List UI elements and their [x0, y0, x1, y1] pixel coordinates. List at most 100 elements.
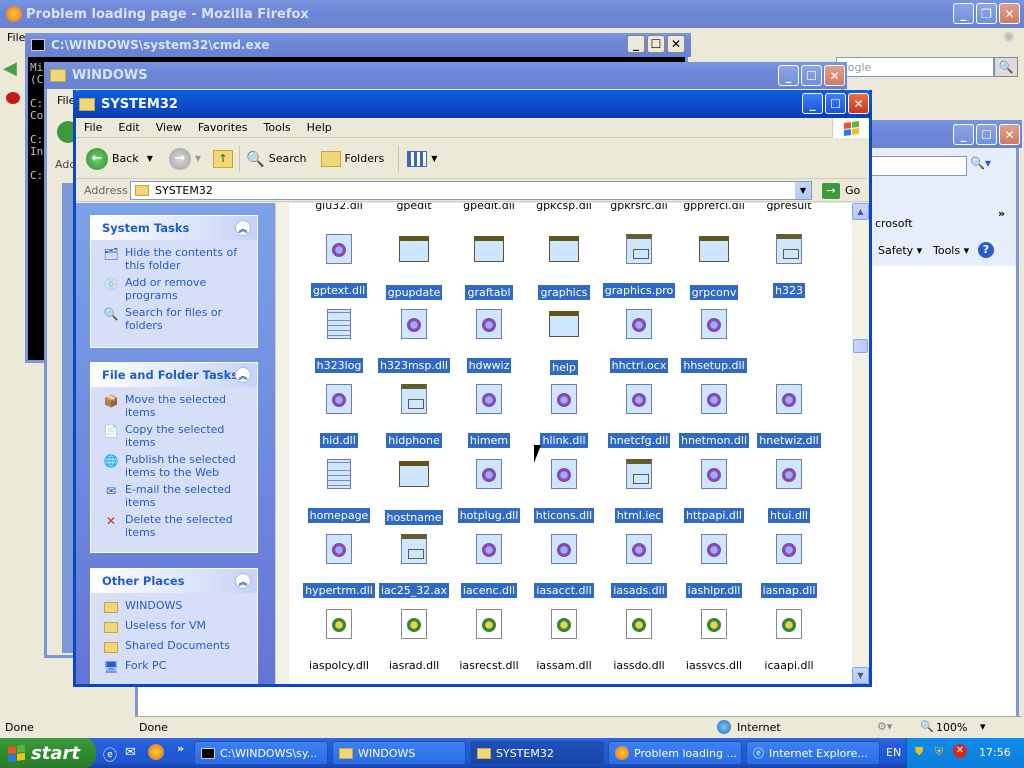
- chevron-down-icon[interactable]: ▼: [147, 154, 153, 163]
- zoom-icon[interactable]: 🔍: [920, 720, 934, 733]
- file-item[interactable]: hlink.dll: [526, 383, 602, 451]
- ie-tab-label[interactable]: crosoft: [875, 217, 913, 230]
- minimize-button[interactable]: _: [953, 3, 974, 24]
- task-move[interactable]: 📦 Move the selected items: [103, 393, 251, 419]
- language-indicator[interactable]: EN: [886, 746, 901, 759]
- file-name-partial[interactable]: gpedit.dll: [451, 203, 527, 212]
- file-item[interactable]: hypertrm.dll: [301, 533, 377, 601]
- close-button[interactable]: ✕: [667, 35, 685, 53]
- up-folder-button[interactable]: ↑: [213, 149, 234, 168]
- file-item[interactable]: graftabl: [451, 233, 527, 303]
- file-item[interactable]: hdwwiz: [451, 308, 527, 376]
- menu-view[interactable]: View: [148, 121, 190, 134]
- file-item[interactable]: help: [526, 308, 602, 378]
- address-dropdown-icon[interactable]: ▼: [795, 182, 811, 199]
- collapse-icon[interactable]: ︽: [235, 367, 251, 383]
- place-windows[interactable]: WINDOWS: [103, 599, 251, 615]
- file-item[interactable]: hhsetup.dll: [676, 308, 752, 376]
- firefox-titlebar[interactable]: Problem loading page - Mozilla Firefox _…: [0, 0, 1024, 28]
- file-item[interactable]: iasnap.dll: [751, 533, 827, 601]
- taskbar-ie[interactable]: ⓔ Internet Explore...: [746, 741, 880, 765]
- file-item[interactable]: htui.dll: [751, 458, 827, 526]
- folders-button[interactable]: Folders: [320, 150, 384, 167]
- task-pane-scrollbar[interactable]: [275, 203, 289, 684]
- file-item[interactable]: iaspolcy.dll: [301, 608, 377, 676]
- scroll-down-button[interactable]: ▼: [852, 667, 869, 684]
- file-item[interactable]: hnetmon.dll: [676, 383, 752, 451]
- task-search[interactable]: 🔍 Search for files or folders: [103, 306, 251, 332]
- task-publish[interactable]: 🌐 Publish the selected items to the Web: [103, 453, 251, 479]
- file-name-partial[interactable]: glu32.dll: [301, 203, 377, 212]
- file-item[interactable]: iasrad.dll: [376, 608, 452, 676]
- file-item[interactable]: gpupdate: [376, 233, 452, 303]
- taskbar-firefox[interactable]: Problem loading ...: [608, 741, 742, 765]
- file-item[interactable]: himem: [451, 383, 527, 451]
- close-button[interactable]: ✕: [999, 3, 1020, 24]
- file-item[interactable]: gptext.dll: [301, 233, 377, 301]
- file-item[interactable]: hidphone: [376, 383, 452, 451]
- other-places-header[interactable]: Other Places ︽: [91, 569, 257, 593]
- firefox-quicklaunch-icon[interactable]: [148, 744, 164, 760]
- file-item[interactable]: graphics: [526, 233, 602, 303]
- help-icon[interactable]: ?: [978, 242, 994, 258]
- place-shared-documents[interactable]: Shared Documents: [103, 639, 251, 655]
- ie-safety-menu[interactable]: Safety ▾: [878, 244, 922, 257]
- close-button[interactable]: ✕: [848, 93, 869, 114]
- file-item[interactable]: hnetcfg.dll: [601, 383, 677, 451]
- menu-help[interactable]: Help: [299, 121, 340, 134]
- minimize-button[interactable]: _: [627, 35, 645, 53]
- file-name-partial[interactable]: gpkrsrc.dll: [601, 203, 677, 212]
- file-item[interactable]: html.iec: [601, 458, 677, 526]
- views-button[interactable]: ▼: [407, 150, 437, 167]
- chevron-down-icon[interactable]: ▼: [195, 154, 201, 163]
- task-add-remove[interactable]: 💿 Add or remove programs: [103, 276, 251, 302]
- place-useless-vm[interactable]: Useless for VM: [103, 619, 251, 635]
- maximize-button[interactable]: ☐: [976, 124, 997, 145]
- menu-file[interactable]: File: [76, 121, 110, 134]
- file-item[interactable]: iassdo.dll: [601, 608, 677, 676]
- start-button[interactable]: start: [0, 738, 96, 768]
- file-item[interactable]: hotplug.dll: [451, 458, 527, 526]
- security-alert-icon[interactable]: ⛨: [935, 745, 943, 759]
- file-list[interactable]: glu32.dll gpedit gpedit.dll gpkcsp.dll gpkrs…: [289, 203, 852, 684]
- file-item[interactable]: graphics.pro: [601, 233, 677, 301]
- file-item[interactable]: h323msp.dll: [376, 308, 452, 376]
- task-delete[interactable]: ✕ Delete the selected items: [103, 513, 251, 539]
- minimize-button[interactable]: _: [802, 93, 823, 114]
- minimize-button[interactable]: _: [778, 65, 799, 86]
- alert-icon[interactable]: ✕: [953, 744, 967, 758]
- file-name-partial[interactable]: gpedit: [376, 203, 452, 212]
- file-item[interactable]: iassam.dll: [526, 608, 602, 676]
- close-button[interactable]: ✕: [824, 65, 845, 86]
- address-input[interactable]: SYSTEM32 ▼: [130, 181, 812, 200]
- close-button[interactable]: ✕: [999, 124, 1020, 145]
- ie-quicklaunch-icon[interactable]: ⓔ: [103, 745, 117, 765]
- file-item[interactable]: hnetwiz.dll: [751, 383, 827, 451]
- scroll-thumb[interactable]: [853, 339, 868, 353]
- firefox-back-icon[interactable]: ◀: [3, 58, 21, 79]
- security-icon[interactable]: ⚙▾: [877, 720, 892, 733]
- quicklaunch-chevron-icon[interactable]: »: [177, 742, 184, 755]
- back-button[interactable]: ← Back ▼: [86, 147, 153, 170]
- file-item[interactable]: grpconv: [676, 233, 752, 303]
- ie-zoom-level[interactable]: 100%: [936, 721, 967, 734]
- file-item[interactable]: hostname: [376, 458, 452, 528]
- file-item[interactable]: h323: [751, 233, 827, 301]
- restore-button[interactable]: ❐: [976, 3, 997, 24]
- taskbar-windows[interactable]: WINDOWS: [332, 741, 466, 765]
- file-item[interactable]: h323log: [301, 308, 377, 376]
- file-item[interactable]: hticons.dll: [526, 458, 602, 526]
- zoom-dropdown-icon[interactable]: ▾: [980, 720, 986, 733]
- menu-tools[interactable]: Tools: [256, 121, 299, 134]
- maximize-button[interactable]: ☐: [647, 35, 665, 53]
- taskbar-cmd[interactable]: C:\WINDOWS\sy...: [194, 741, 328, 765]
- forward-button[interactable]: → ▼: [168, 147, 201, 170]
- system-tasks-header[interactable]: System Tasks ︽: [91, 216, 257, 240]
- file-item[interactable]: homepage: [301, 458, 377, 526]
- collapse-icon[interactable]: ︽: [235, 220, 251, 236]
- file-item[interactable]: iasacct.dll: [526, 533, 602, 601]
- file-item[interactable]: httpapi.dll: [676, 458, 752, 526]
- file-item[interactable]: iasads.dll: [601, 533, 677, 601]
- file-name-partial[interactable]: gpkcsp.dll: [526, 203, 602, 212]
- google-search-input[interactable]: oogle: [836, 57, 994, 77]
